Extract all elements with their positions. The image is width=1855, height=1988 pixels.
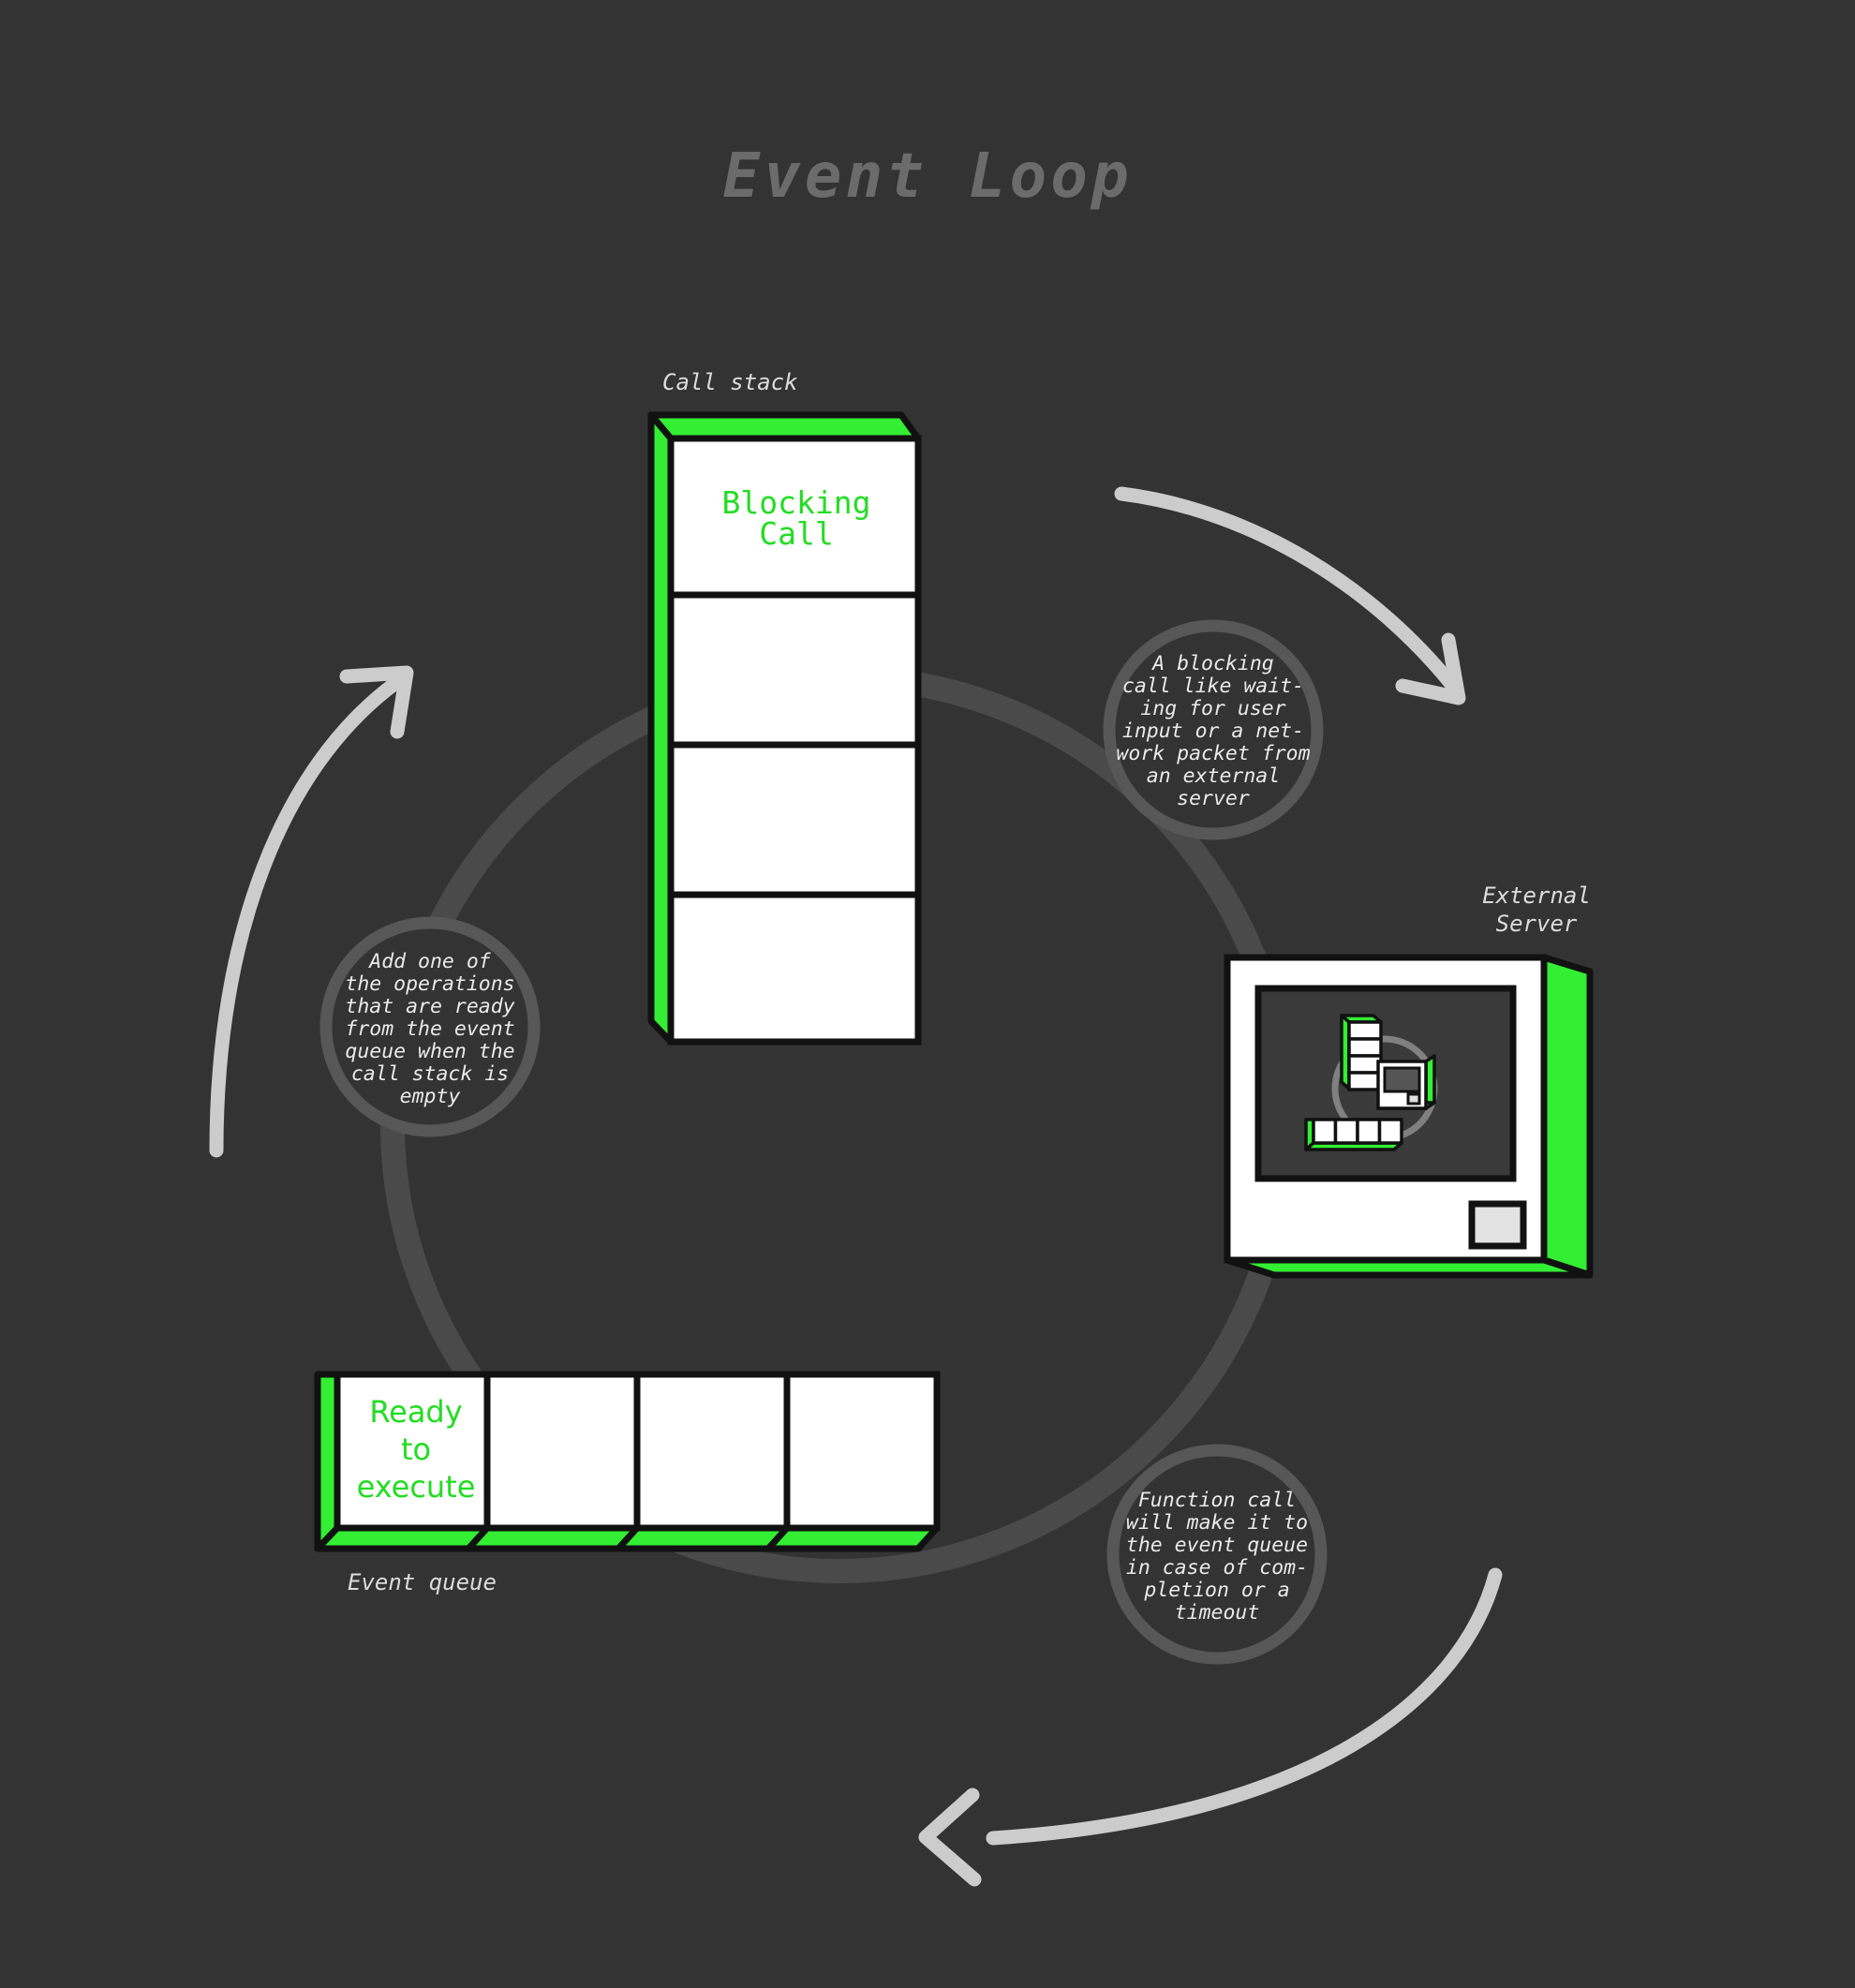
mini-call-stack-cell	[1347, 1020, 1383, 1041]
bubble-line: from the event	[345, 1017, 514, 1041]
event-queue-cell	[483, 1371, 641, 1532]
mini-event-queue-cell	[1312, 1118, 1338, 1145]
mini-event-queue-cell	[1377, 1118, 1403, 1145]
mini-call-stack-cell	[1347, 1071, 1383, 1091]
bubble-line: server	[1177, 787, 1250, 810]
bubble-line: ing for user	[1140, 697, 1285, 720]
event-queue-cell-text: Ready	[369, 1394, 462, 1430]
mini-server-button	[1406, 1092, 1421, 1105]
event-queue-cell	[633, 1371, 791, 1532]
mini-server-screen	[1383, 1066, 1421, 1093]
bubble-line: pletion or a	[1143, 1579, 1289, 1602]
event-loop-diagram: Event Loop Call stack Event queue Extern…	[0, 0, 1855, 1988]
call-stack-cell	[667, 741, 922, 898]
bubble-line: queue when the	[345, 1040, 514, 1063]
call-stack-cell-text: Call	[759, 515, 833, 552]
server-power-button[interactable]	[1468, 1200, 1527, 1250]
bubble-line: in case of com-	[1126, 1556, 1308, 1580]
bubble-line: the event queue	[1126, 1534, 1308, 1557]
event-queue-cell	[783, 1371, 941, 1532]
call-stack-top-face	[647, 411, 922, 442]
bubble-line: call stack is	[351, 1062, 509, 1086]
event-queue-cell-text: execute	[357, 1469, 476, 1505]
external-server-label-line2: Server	[1496, 911, 1578, 937]
bubble-line: timeout	[1175, 1601, 1260, 1625]
bubble-line: that are ready	[345, 995, 514, 1018]
bubble-line: Function call	[1138, 1489, 1296, 1512]
bubble-line: empty	[400, 1085, 461, 1108]
bubble-line: Add one of	[367, 950, 491, 973]
call-stack-cell	[667, 891, 922, 1046]
mini-event-queue-cell	[1333, 1118, 1359, 1145]
mini-event-queue-cell	[1356, 1118, 1382, 1145]
arrow-to-queue-head	[918, 1788, 982, 1887]
event-queue-cell-text: to	[401, 1432, 431, 1467]
call-stack-label: Call stack	[662, 369, 798, 395]
mini-call-stack-cell	[1347, 1037, 1383, 1058]
diagram-canvas: Event Loop Call stack Event queue Extern…	[209, 140, 1594, 1887]
event-queue-label: Event queue	[348, 1569, 497, 1595]
external-server-graphic	[1224, 954, 1594, 1279]
bubble-line: call like wait-	[1122, 675, 1304, 698]
bubble-line: the operations	[345, 972, 514, 996]
page-title: Event Loop	[722, 140, 1132, 212]
bubble-text-event-queue: Add one of the operations that are ready…	[345, 950, 514, 1108]
call-stack-cell	[667, 591, 922, 749]
bubble-line: input or a net-	[1122, 720, 1304, 743]
bubble-line: will make it to	[1126, 1511, 1308, 1535]
external-server-label-line1: External	[1482, 883, 1591, 909]
bubble-line: work packet from	[1116, 742, 1310, 765]
bubble-line: A blocking	[1150, 652, 1273, 675]
mini-call-stack-cell	[1347, 1054, 1383, 1075]
bubble-line: an external	[1147, 764, 1280, 788]
server-right-face	[1540, 954, 1594, 1279]
